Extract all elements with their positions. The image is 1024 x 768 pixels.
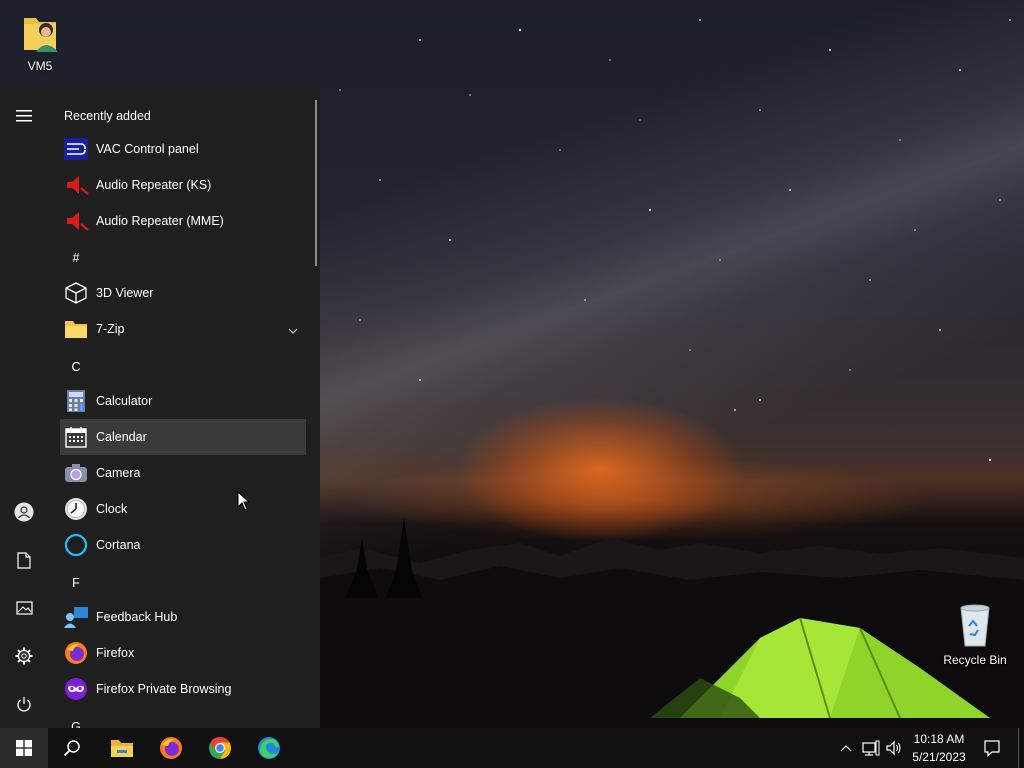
app-7-zip[interactable]: 7-Zip <box>60 311 306 347</box>
power-button[interactable] <box>0 682 48 726</box>
section-letter-c[interactable]: C <box>60 349 92 385</box>
documents-button[interactable] <box>0 538 48 582</box>
app-label: Cortana <box>96 538 141 552</box>
chevron-down-icon[interactable] <box>288 323 298 337</box>
power-icon <box>17 696 31 711</box>
vac-control-panel-icon <box>64 138 88 160</box>
search-icon <box>63 740 80 757</box>
account-button[interactable] <box>0 490 48 534</box>
app-3d-viewer[interactable]: 3D Viewer <box>60 275 306 311</box>
recently-added-header: Recently added <box>64 109 151 123</box>
network-button[interactable] <box>860 728 882 768</box>
taskbar-firefox[interactable] <box>147 728 195 768</box>
firefox-icon <box>65 642 87 664</box>
notification-icon <box>984 740 1000 757</box>
desktop-icon-label: VM5 <box>27 59 53 73</box>
app-firefox-private-browsing[interactable]: Firefox Private Browsing <box>60 671 306 707</box>
firefox-icon <box>160 737 182 759</box>
audio-repeater-icon <box>67 212 89 231</box>
show-desktop-button[interactable] <box>1018 728 1019 768</box>
app-audio-repeater-mme[interactable]: Audio Repeater (MME) <box>60 203 306 239</box>
clock-time: 10:18 AM <box>913 732 965 746</box>
clock-icon <box>65 498 87 520</box>
settings-button[interactable] <box>0 634 48 678</box>
calendar-icon <box>65 427 87 448</box>
document-icon <box>17 551 31 569</box>
action-center-button[interactable] <box>978 728 1006 768</box>
app-list-scrollbar[interactable] <box>315 100 317 266</box>
taskbar-chrome[interactable] <box>196 728 244 768</box>
app-label: Firefox Private Browsing <box>96 682 232 696</box>
app-calendar[interactable]: Calendar <box>60 419 306 455</box>
section-letter-g[interactable]: G <box>60 709 92 728</box>
app-label: 7-Zip <box>96 322 125 336</box>
user-folder-icon <box>24 18 58 52</box>
app-clock[interactable]: Clock <box>60 491 306 527</box>
app-label: Camera <box>96 466 141 480</box>
cortana-icon <box>64 533 88 557</box>
pictures-icon <box>15 601 33 615</box>
expand-menu-button[interactable] <box>0 94 48 138</box>
app-vac-control-panel[interactable]: VAC Control panel <box>60 131 306 167</box>
clock-date: 5/21/2023 <box>912 750 966 764</box>
user-icon <box>14 502 34 522</box>
hamburger-icon <box>16 110 32 122</box>
section-letter-hash[interactable]: # <box>60 240 92 276</box>
chevron-up-icon <box>840 745 852 752</box>
audio-repeater-icon <box>67 176 89 195</box>
taskbar: 10:18 AM 5/21/2023 <box>0 728 1024 768</box>
app-cortana[interactable]: Cortana <box>60 527 306 563</box>
app-label: Calendar <box>96 430 147 444</box>
desktop-icon-vm5[interactable]: VM5 <box>14 10 66 73</box>
folder-icon <box>65 321 87 338</box>
gear-icon <box>15 647 33 665</box>
app-label: Feedback Hub <box>96 610 178 624</box>
taskbar-file-explorer[interactable] <box>98 728 146 768</box>
app-audio-repeater-ks[interactable]: Audio Repeater (KS) <box>60 167 306 203</box>
app-label: Audio Repeater (KS) <box>96 178 212 192</box>
desktop-icon-label: Recycle Bin <box>943 653 1007 667</box>
app-feedback-hub[interactable]: Feedback Hub <box>60 599 306 635</box>
windows-logo-icon <box>16 740 32 756</box>
app-label: Clock <box>96 502 128 516</box>
taskbar-edge[interactable] <box>245 728 293 768</box>
pictures-button[interactable] <box>0 586 48 630</box>
firefox-private-browsing-icon <box>65 678 87 700</box>
camera-icon <box>65 464 87 482</box>
desktop-icon-recycle-bin[interactable]: Recycle Bin <box>942 602 1008 667</box>
app-label: Firefox <box>96 646 135 660</box>
section-letter-f[interactable]: F <box>60 565 92 601</box>
start-menu: Recently added VAC Control panel Audio R… <box>0 88 320 728</box>
app-firefox[interactable]: Firefox <box>60 635 306 671</box>
app-calculator[interactable]: Calculator <box>60 383 306 419</box>
taskbar-search-button[interactable] <box>48 728 96 768</box>
speaker-icon <box>885 740 901 756</box>
app-label: VAC Control panel <box>96 142 199 156</box>
start-button[interactable] <box>0 728 48 768</box>
taskbar-clock[interactable]: 10:18 AM 5/21/2023 <box>906 730 972 766</box>
app-label: Calculator <box>96 394 153 408</box>
3d-viewer-icon <box>65 282 87 304</box>
file-explorer-icon <box>111 740 133 757</box>
volume-button[interactable] <box>884 728 904 768</box>
start-menu-rail <box>0 88 48 728</box>
show-hidden-icons-button[interactable] <box>836 728 856 768</box>
calculator-icon <box>67 390 85 412</box>
mouse-cursor-icon <box>237 491 251 511</box>
chrome-icon <box>209 737 231 759</box>
feedback-hub-icon <box>64 607 88 628</box>
network-icon <box>862 740 880 756</box>
app-label: Audio Repeater (MME) <box>96 214 224 228</box>
app-camera[interactable]: Camera <box>60 455 306 491</box>
edge-icon <box>258 737 280 759</box>
recycle-bin-icon <box>960 604 990 647</box>
app-label: 3D Viewer <box>96 286 154 300</box>
